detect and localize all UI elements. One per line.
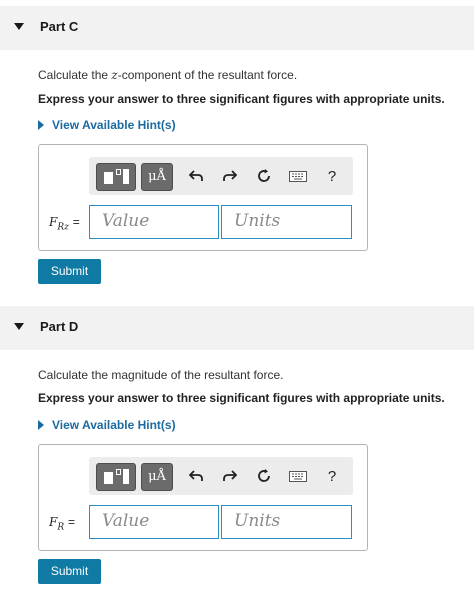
templates-button[interactable] (96, 463, 136, 491)
keyboard-icon[interactable] (287, 166, 309, 186)
templates-button[interactable] (96, 163, 136, 191)
value-input[interactable]: Value (89, 505, 219, 539)
answer-box: μÅ ? FRz = Value Units (38, 144, 368, 251)
undo-icon[interactable] (185, 166, 207, 186)
part-c-header[interactable]: Part C (0, 6, 474, 50)
submit-button[interactable]: Submit (38, 259, 101, 284)
collapse-arrow-icon[interactable] (14, 23, 24, 30)
units-button[interactable]: μÅ (141, 163, 173, 191)
hint-arrow-icon (38, 420, 44, 430)
input-row: FR = Value Units (39, 505, 367, 539)
math-toolbar: μÅ ? (89, 457, 353, 495)
help-icon[interactable]: ? (321, 466, 343, 486)
value-input[interactable]: Value (89, 205, 219, 239)
reset-icon[interactable] (253, 166, 275, 186)
part-d-header[interactable]: Part D (0, 306, 474, 350)
part-title: Part D (40, 319, 79, 334)
help-icon[interactable]: ? (321, 166, 343, 186)
reset-icon[interactable] (253, 466, 275, 486)
instruction-text: Express your answer to three significant… (38, 391, 445, 405)
collapse-arrow-icon[interactable] (14, 323, 24, 330)
keyboard-icon[interactable] (287, 466, 309, 486)
units-input[interactable]: Units (221, 205, 352, 239)
question-text: Calculate the z-component of the resulta… (38, 68, 298, 82)
units-input[interactable]: Units (221, 505, 352, 539)
submit-button[interactable]: Submit (38, 559, 101, 584)
variable-label: FRz = (49, 215, 80, 233)
redo-icon[interactable] (219, 166, 241, 186)
units-button[interactable]: μÅ (141, 463, 173, 491)
variable-label: FR = (49, 515, 75, 533)
input-row: FRz = Value Units (39, 205, 367, 239)
view-hints-link[interactable]: View Available Hint(s) (38, 418, 176, 432)
undo-icon[interactable] (185, 466, 207, 486)
instruction-text: Express your answer to three significant… (38, 92, 445, 106)
question-text: Calculate the magnitude of the resultant… (38, 368, 284, 382)
answer-box: μÅ ? FR = Value Units (38, 444, 368, 551)
math-toolbar: μÅ ? (89, 157, 353, 195)
redo-icon[interactable] (219, 466, 241, 486)
hint-arrow-icon (38, 120, 44, 130)
part-title: Part C (40, 19, 79, 34)
view-hints-link[interactable]: View Available Hint(s) (38, 118, 176, 132)
